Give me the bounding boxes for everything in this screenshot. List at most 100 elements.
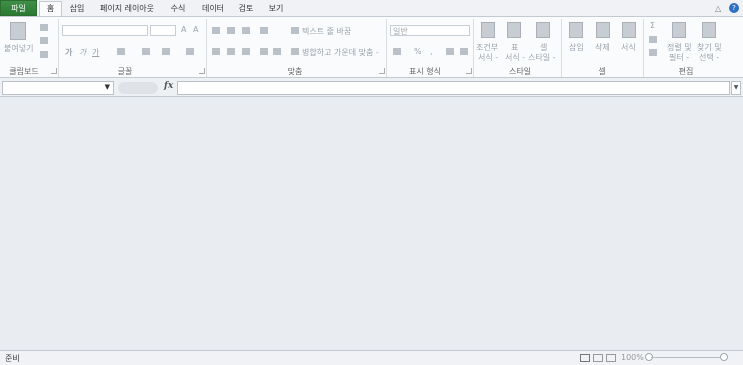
orientation-icon[interactable]: [260, 27, 268, 34]
divider: [561, 19, 562, 77]
format-table-icon[interactable]: [507, 22, 521, 38]
italic-button[interactable]: 가: [79, 47, 86, 58]
sort-filter-icon[interactable]: [672, 22, 686, 38]
clipboard-launcher-icon[interactable]: [51, 68, 57, 74]
cut-icon[interactable]: [40, 24, 48, 31]
increase-decimal-icon[interactable]: [446, 48, 454, 55]
tab-review[interactable]: 검토: [236, 2, 256, 16]
page-break-view-icon[interactable]: [606, 354, 616, 362]
font-size-dropdown[interactable]: [150, 25, 176, 36]
border-icon[interactable]: [117, 48, 125, 55]
tab-data[interactable]: 데이터: [198, 2, 228, 16]
align-bottom-icon[interactable]: [242, 27, 250, 34]
tab-insert[interactable]: 삽입: [67, 2, 87, 16]
ribbon: 붙여넣기 클립보드 A A 가 가 가 글꼴 텍스트 줄 바꿈 병합하고 가운데…: [0, 16, 743, 78]
format-cells-icon[interactable]: [622, 22, 636, 38]
group-label-editing: 편집: [678, 67, 694, 76]
divider: [58, 19, 59, 77]
grow-font-icon[interactable]: A: [181, 25, 186, 34]
formula-bar-options[interactable]: [118, 82, 158, 94]
zoom-in-button[interactable]: [720, 353, 728, 361]
tab-file[interactable]: 파일: [0, 0, 37, 16]
group-label-styles: 스타일: [508, 67, 532, 76]
normal-view-icon[interactable]: [580, 354, 590, 362]
expand-formula-bar-icon[interactable]: ▼: [731, 81, 741, 95]
merge-center-button[interactable]: 병합하고 가운데 맞춤 -: [302, 47, 379, 58]
comma-button[interactable]: ,: [430, 47, 433, 56]
delete-cells-button[interactable]: 삭제: [595, 42, 610, 53]
page-layout-view-icon[interactable]: [593, 354, 603, 362]
cell-styles-icon[interactable]: [536, 22, 550, 38]
conditional-format-icon[interactable]: [481, 22, 495, 38]
decrease-indent-icon[interactable]: [260, 48, 268, 55]
name-box-dropdown-icon[interactable]: ▼: [105, 83, 110, 91]
number-format-value: 일반: [393, 27, 408, 36]
find-select-icon[interactable]: [702, 22, 716, 38]
wrap-text-button[interactable]: 텍스트 줄 바꿈: [302, 26, 351, 37]
sort-filter-button-line2[interactable]: 필터 -: [669, 52, 689, 63]
align-left-icon[interactable]: [212, 48, 220, 55]
group-label-alignment: 맞춤: [287, 67, 303, 76]
tab-home[interactable]: 홈: [39, 1, 62, 17]
accounting-icon[interactable]: [393, 48, 401, 55]
font-color-icon[interactable]: [162, 48, 170, 55]
zoom-slider[interactable]: [651, 357, 723, 358]
wrap-text-icon[interactable]: [291, 27, 299, 34]
ribbon-tab-bar: 파일 홈 삽입 페이지 레이아웃 수식 데이터 검토 보기 △ ?: [0, 0, 743, 17]
group-label-number: 표시 형식: [409, 67, 441, 76]
align-right-icon[interactable]: [242, 48, 250, 55]
bold-button[interactable]: 가: [65, 47, 72, 58]
insert-cells-icon[interactable]: [569, 22, 583, 38]
formula-input[interactable]: [177, 81, 730, 95]
format-cells-button[interactable]: 서식: [621, 42, 636, 53]
divider: [473, 19, 474, 77]
decrease-decimal-icon[interactable]: [460, 48, 468, 55]
alignment-launcher-icon[interactable]: [379, 68, 385, 74]
find-select-button-line2[interactable]: 선택 -: [699, 52, 719, 63]
increase-indent-icon[interactable]: [273, 48, 281, 55]
merge-center-icon[interactable]: [291, 48, 299, 55]
percent-button[interactable]: %: [414, 47, 422, 56]
tab-view[interactable]: 보기: [266, 2, 286, 16]
align-top-icon[interactable]: [212, 27, 220, 34]
fill-icon[interactable]: [649, 36, 657, 43]
tab-page-layout[interactable]: 페이지 레이아웃: [96, 2, 158, 16]
group-label-clipboard: 클립보드: [9, 67, 39, 76]
delete-cells-icon[interactable]: [596, 22, 610, 38]
group-label-font: 글꼴: [117, 67, 133, 76]
clear-icon[interactable]: [649, 49, 657, 56]
status-bar: 준비 100%: [0, 350, 743, 365]
font-launcher-icon[interactable]: [199, 68, 205, 74]
shrink-font-icon[interactable]: A: [193, 25, 198, 34]
number-launcher-icon[interactable]: [466, 68, 472, 74]
font-name-dropdown[interactable]: [62, 25, 148, 36]
format-painter-icon[interactable]: [40, 51, 48, 58]
paste-icon[interactable]: [10, 22, 26, 40]
status-ready: 준비: [5, 354, 20, 363]
formula-bar: ▼ fx ▼: [0, 78, 743, 97]
zoom-level[interactable]: 100%: [621, 353, 644, 362]
underline-button[interactable]: 가: [92, 47, 99, 58]
number-format-dropdown[interactable]: 일반: [390, 25, 470, 36]
divider: [386, 19, 387, 77]
insert-function-icon[interactable]: fx: [164, 81, 173, 91]
align-middle-icon[interactable]: [227, 27, 235, 34]
copy-icon[interactable]: [40, 37, 48, 44]
fill-color-icon[interactable]: [142, 48, 150, 55]
cell-styles-button-line2[interactable]: 스타일 -: [528, 52, 556, 63]
format-table-button-line2[interactable]: 서식 -: [505, 52, 525, 63]
conditional-format-button-line2[interactable]: 서식 -: [478, 52, 498, 63]
help-icon[interactable]: ?: [729, 3, 739, 13]
align-center-icon[interactable]: [227, 48, 235, 55]
phonetic-icon[interactable]: [186, 48, 194, 55]
tab-formulas[interactable]: 수식: [168, 2, 188, 16]
paste-button[interactable]: 붙여넣기: [4, 43, 33, 54]
autosum-icon[interactable]: Σ: [650, 21, 655, 30]
name-box[interactable]: ▼: [2, 81, 114, 95]
divider: [206, 19, 207, 77]
divider: [643, 19, 644, 77]
group-label-cells: 셀: [598, 67, 606, 76]
insert-cells-button[interactable]: 삽입: [569, 42, 584, 53]
workbook-area: [0, 97, 743, 350]
minimize-ribbon-icon[interactable]: △: [715, 4, 721, 13]
